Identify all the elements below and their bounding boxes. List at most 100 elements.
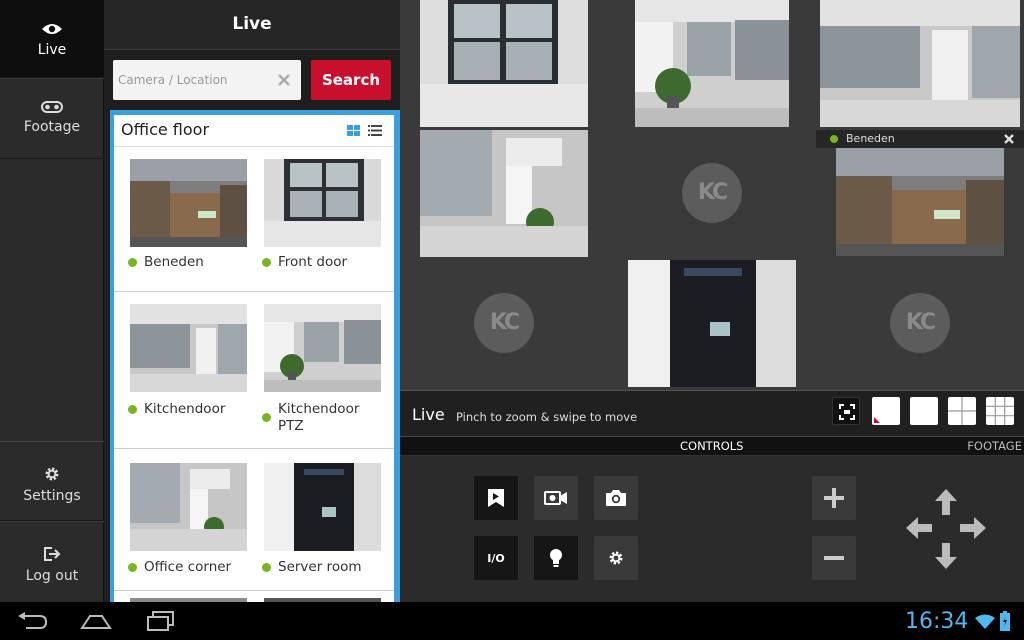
- snapshot-button[interactable]: [594, 476, 638, 520]
- back-icon[interactable]: [16, 612, 48, 630]
- grid-2x2-icon: [948, 397, 976, 425]
- camera-thumbnail: [130, 304, 247, 392]
- video-cell-empty[interactable]: KC: [400, 260, 608, 390]
- video-feed: [420, 130, 588, 257]
- camera-list[interactable]: Office floor Beneden Front door Kitchend…: [114, 115, 394, 602]
- layout-single-icon: [874, 417, 880, 423]
- wifi-icon: [975, 614, 995, 629]
- kc-logo: KC: [890, 293, 950, 353]
- home-icon[interactable]: [80, 612, 112, 630]
- kc-logo: KC: [474, 293, 534, 353]
- pan-left-arrow-icon[interactable]: [905, 515, 933, 541]
- film-reel-icon: [41, 101, 63, 113]
- nav-logout[interactable]: Log out: [0, 521, 104, 602]
- nav-settings-label: Settings: [23, 488, 81, 504]
- video-feed: [836, 148, 1004, 256]
- fullscreen-icon: [839, 404, 855, 420]
- video-feed: [635, 0, 789, 127]
- search-placeholder: Camera / Location: [118, 73, 228, 87]
- video-cell-empty[interactable]: KC: [608, 130, 816, 260]
- controls-panel: I/O: [400, 456, 1024, 602]
- camera-row-partial: [114, 591, 394, 602]
- camera-thumbnail: [264, 304, 381, 392]
- control-tabs: CONTROLS FOOTAGE: [400, 436, 1024, 456]
- fullscreen-button[interactable]: [832, 397, 860, 425]
- nav-live-label: Live: [37, 42, 67, 58]
- app-root: Live Footage Settings Log out Live Camer…: [0, 0, 1024, 640]
- status-online-dot: [262, 258, 271, 267]
- camera-search-input[interactable]: Camera / Location: [113, 60, 301, 100]
- camera-name: Kitchendoor: [144, 401, 226, 417]
- live-title: Live: [412, 405, 445, 424]
- minus-icon: [824, 556, 844, 560]
- video-feed: [628, 260, 796, 387]
- record-button[interactable]: [534, 476, 578, 520]
- video-cell-kitchendoor[interactable]: [816, 0, 1024, 130]
- camera-name: Server room: [278, 559, 362, 575]
- close-icon[interactable]: [1002, 132, 1016, 146]
- camera-thumbnail: [130, 463, 247, 551]
- pan-down-arrow-icon[interactable]: [933, 542, 959, 570]
- nav-settings[interactable]: Settings: [0, 441, 104, 521]
- camera-row: Beneden Front door: [114, 148, 394, 292]
- system-nav-bar: 16:34: [0, 602, 1024, 640]
- video-cell-office-corner[interactable]: [400, 130, 608, 260]
- grid-view-icon[interactable]: [347, 125, 360, 136]
- pan-up-arrow-icon[interactable]: [933, 488, 959, 516]
- pan-right-arrow-icon[interactable]: [959, 515, 987, 541]
- tab-controls[interactable]: CONTROLS: [680, 439, 743, 453]
- video-cell-front-door[interactable]: [400, 0, 608, 130]
- status-online-dot: [128, 405, 137, 414]
- plus-icon: [824, 488, 844, 508]
- camera-row: Office corner Server room: [114, 449, 394, 591]
- battery-icon: [1000, 611, 1010, 631]
- nav-logout-label: Log out: [25, 568, 79, 584]
- camera-name: Beneden: [144, 254, 204, 270]
- live-toolbar: Live Pinch to zoom & swipe to move: [400, 390, 1024, 436]
- camera-settings-button[interactable]: [594, 536, 638, 580]
- clock: 16:34: [905, 609, 969, 634]
- layout-1x1-button[interactable]: [872, 397, 900, 425]
- video-feed: [820, 0, 1020, 127]
- video-cell-empty[interactable]: KC: [816, 260, 1024, 390]
- recent-apps-icon[interactable]: [146, 611, 176, 631]
- zoom-in-button[interactable]: [812, 476, 856, 520]
- gear-icon: [609, 551, 623, 565]
- camera-thumbnail: [130, 159, 247, 247]
- light-button[interactable]: [534, 536, 578, 580]
- camera-list-header: Office floor: [114, 115, 394, 147]
- search-button[interactable]: Search: [311, 60, 391, 100]
- nav-footage[interactable]: Footage: [0, 78, 104, 159]
- video-cell-kitchendoor-ptz[interactable]: [608, 0, 816, 130]
- camera-row: Kitchendoor Kitchendoor PTZ: [114, 292, 394, 449]
- panel-title: Live: [104, 0, 400, 50]
- live-hint: Pinch to zoom & swipe to move: [456, 410, 638, 424]
- video-feed: [420, 0, 588, 127]
- gear-icon: [45, 467, 59, 481]
- zoom-out-button[interactable]: [812, 536, 856, 580]
- location-title: Office floor: [121, 120, 210, 139]
- tab-footage[interactable]: FOOTAGE: [967, 439, 1022, 453]
- layout-3x3-button[interactable]: [986, 397, 1014, 425]
- video-cell-beneden[interactable]: [816, 148, 1024, 260]
- status-online-dot: [128, 258, 137, 267]
- io-button[interactable]: I/O: [474, 536, 518, 580]
- logout-icon: [44, 547, 61, 561]
- camera-thumbnail: [264, 463, 381, 551]
- camera-panel: Live Camera / Location Search Office flo…: [104, 0, 400, 602]
- layout-full-button[interactable]: [910, 397, 938, 425]
- list-view-icon[interactable]: [368, 125, 382, 136]
- clear-icon[interactable]: [275, 71, 293, 89]
- video-wall[interactable]: KC KC KC: [400, 0, 1024, 390]
- camera-name: Office corner: [144, 559, 232, 575]
- selected-camera-bar: Beneden: [816, 130, 1024, 148]
- layout-2x2-button[interactable]: [948, 397, 976, 425]
- grid-3x3-icon: [986, 397, 1014, 425]
- nav-live[interactable]: Live: [0, 0, 104, 78]
- video-camera-icon: [544, 491, 567, 505]
- status-online-dot: [262, 413, 271, 422]
- nav-footage-label: Footage: [23, 119, 81, 135]
- selected-camera-name: Beneden: [846, 132, 895, 145]
- bookmark-button[interactable]: [474, 476, 518, 520]
- video-cell-server-room[interactable]: [608, 260, 816, 390]
